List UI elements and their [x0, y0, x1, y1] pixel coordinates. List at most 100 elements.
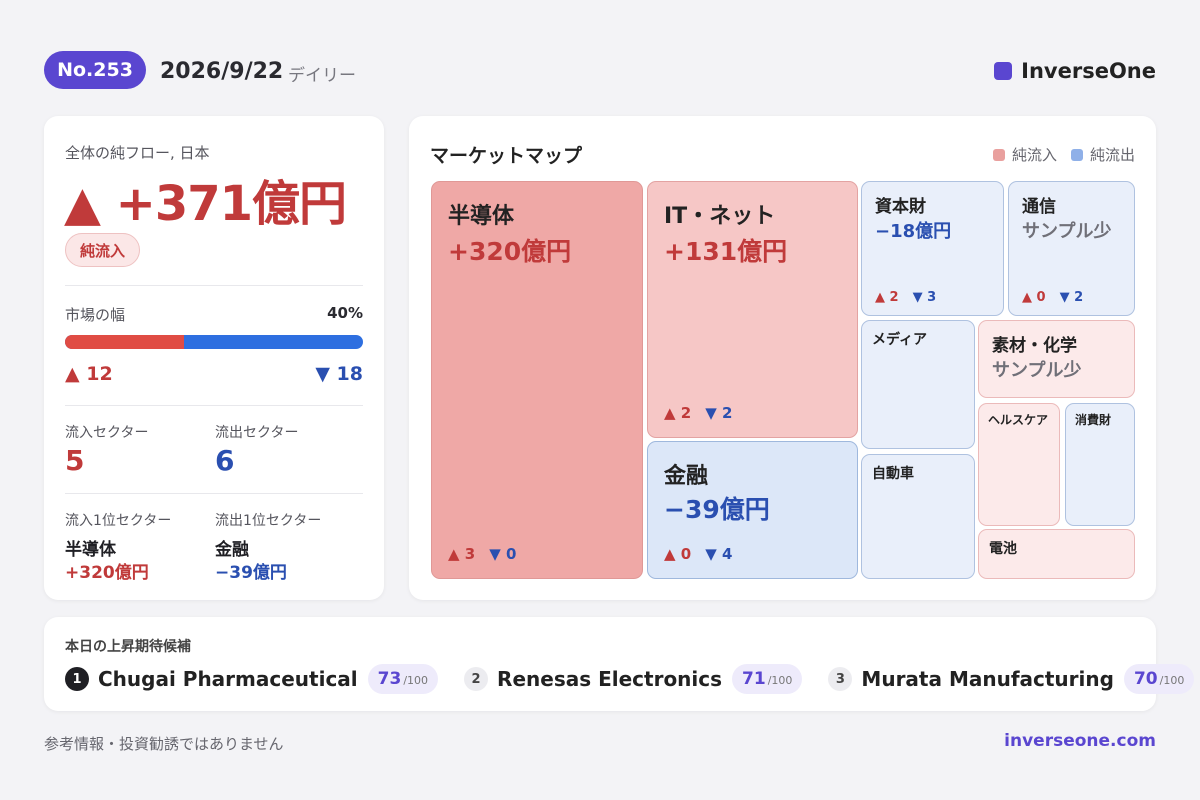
disclaimer: 参考情報・投資勧誘ではありません: [44, 735, 284, 753]
candidate-name: Chugai Pharmaceutical: [98, 667, 358, 691]
tile-semiconductors[interactable]: 半導体 +320億円 ▲ 3 ▼ 0: [431, 181, 643, 579]
score-denominator: /100: [1159, 674, 1185, 687]
tile-media[interactable]: メディア: [861, 320, 975, 449]
breadth-bar-fill: [65, 335, 185, 349]
tile-name: メディア: [872, 332, 928, 348]
tile-materials-chemicals[interactable]: 素材・化学 サンプル少: [978, 320, 1135, 398]
top-outflow-sector: 金融: [215, 540, 249, 560]
issue-badge: No.253: [44, 51, 146, 89]
tile-name: 電池: [989, 541, 1017, 557]
brand: InverseOne: [994, 59, 1156, 83]
divider: [65, 493, 363, 494]
tile-name: 素材・化学: [992, 336, 1077, 356]
candidate-item[interactable]: 1 Chugai Pharmaceutical 73 /100: [65, 664, 439, 694]
net-flow-label: 全体の純フロー, 日本: [65, 144, 210, 162]
outflow-sectors-label: 流出セクター: [215, 425, 299, 441]
tile-consumer-goods[interactable]: 消費財: [1065, 403, 1135, 526]
tile-up-count: ▲ 0: [1022, 290, 1046, 305]
tile-down-count: ▼ 4: [705, 545, 733, 563]
legend-outflow: 純流出: [1070, 144, 1135, 165]
tile-up-count: ▲ 0: [664, 545, 692, 563]
market-map-title: マーケットマップ: [430, 145, 583, 167]
header: No.253 2026/9/22 デイリー InverseOne: [44, 51, 1156, 91]
tile-automotive[interactable]: 自動車: [861, 454, 975, 579]
tile-name: 金融: [664, 464, 709, 489]
market-map-legend: 純流入 純流出: [992, 144, 1135, 165]
outflow-sectors-count: 6: [215, 444, 235, 477]
outflow-swatch-icon: [1070, 148, 1083, 161]
candidates-card: 本日の上昇期待候補 1 Chugai Pharmaceutical 73 /10…: [44, 617, 1195, 711]
candidate-item[interactable]: 3 Murata Manufacturing 70 /100: [828, 664, 1195, 694]
tile-value: サンプル少: [992, 360, 1082, 381]
site-link[interactable]: inverseone.com: [1004, 731, 1156, 751]
decliners-count: ▼ 18: [315, 363, 363, 385]
breadth-percent: 40%: [327, 304, 363, 322]
rank-badge: 2: [464, 667, 489, 691]
tile-up-count: ▲ 2: [664, 404, 692, 422]
top-outflow-label: 流出1位セクター: [215, 513, 322, 529]
candidate-item[interactable]: 2 Renesas Electronics 71 /100: [464, 664, 803, 694]
tile-up-count: ▲ 2: [875, 290, 899, 305]
inflow-sectors-label: 流入セクター: [65, 425, 149, 441]
top-inflow-sector: 半導体: [65, 540, 116, 560]
tile-name: 消費財: [1075, 413, 1112, 427]
tile-value: サンプル少: [1022, 221, 1112, 242]
brand-name: InverseOne: [1021, 59, 1156, 83]
tile-finance[interactable]: 金融 −39億円 ▲ 0 ▼ 4: [647, 441, 858, 579]
tile-name: IT・ネット: [664, 204, 776, 229]
net-inflow-badge: 純流入: [65, 233, 141, 267]
score-value: 70: [1133, 669, 1158, 689]
advancers-count: ▲ 12: [65, 363, 113, 385]
tile-name: 半導体: [448, 204, 515, 229]
tile-counts: ▲ 0 ▼ 4: [664, 545, 746, 563]
top-inflow-value: +320億円: [65, 563, 149, 583]
tile-telecom[interactable]: 通信 サンプル少 ▲ 0 ▼ 2: [1008, 181, 1135, 316]
score-value: 71: [742, 669, 766, 689]
candidate-name: Renesas Electronics: [497, 667, 723, 691]
net-flow-value: ▲ +371億円: [64, 176, 347, 232]
tile-down-count: ▼ 3: [912, 290, 937, 305]
tile-capital-goods[interactable]: 資本財 −18億円 ▲ 2 ▼ 3: [861, 181, 1004, 316]
score-value: 73: [377, 669, 402, 689]
tile-it-net[interactable]: IT・ネット +131億円 ▲ 2 ▼ 2: [647, 181, 858, 438]
tile-down-count: ▼ 2: [1059, 290, 1084, 305]
market-map-card: マーケットマップ 純流入 純流出 半導体 +320億円 ▲ 3 ▼ 0 IT・ネッ…: [409, 116, 1156, 600]
rank-badge: 1: [65, 667, 89, 691]
summary-card: 全体の純フロー, 日本 ▲ +371億円 純流入 市場の幅 40% ▲ 12 ▼…: [44, 116, 384, 600]
tile-name: ヘルスケア: [988, 413, 1049, 427]
divider: [65, 405, 363, 406]
score-badge: 71 /100: [732, 664, 803, 694]
score-badge: 73 /100: [367, 664, 439, 694]
tile-counts: ▲ 0 ▼ 2: [1022, 290, 1097, 305]
inflow-swatch-icon: [992, 148, 1005, 161]
tile-down-count: ▼ 0: [489, 545, 517, 563]
tile-value: +320億円: [448, 237, 572, 266]
breadth-bar: [65, 335, 363, 349]
legend-outflow-label: 純流出: [1089, 146, 1135, 164]
tile-counts: ▲ 3 ▼ 0: [448, 545, 530, 563]
divider: [65, 285, 363, 286]
tile-name: 通信: [1022, 197, 1056, 217]
tile-healthcare[interactable]: ヘルスケア: [978, 403, 1060, 526]
tile-up-count: ▲ 3: [448, 545, 476, 563]
tile-batteries[interactable]: 電池: [978, 529, 1135, 579]
report-period: デイリー: [288, 66, 356, 86]
top-outflow-value: −39億円: [215, 563, 287, 583]
tile-counts: ▲ 2 ▼ 3: [875, 290, 950, 305]
tile-value: −18億円: [875, 221, 952, 242]
candidate-name: Murata Manufacturing: [861, 667, 1114, 691]
report-date: 2026/9/22: [160, 59, 284, 84]
rank-badge: 3: [828, 667, 853, 691]
legend-inflow: 純流入: [992, 144, 1057, 165]
candidates-title: 本日の上昇期待候補: [65, 639, 191, 655]
tile-value: +131億円: [664, 237, 788, 266]
top-inflow-label: 流入1位セクター: [65, 513, 172, 529]
score-denominator: /100: [403, 674, 429, 687]
inflow-sectors-count: 5: [65, 444, 85, 477]
brand-logo-icon: [994, 62, 1013, 80]
legend-inflow-label: 純流入: [1011, 146, 1057, 164]
tile-name: 資本財: [875, 197, 926, 217]
tile-down-count: ▼ 2: [705, 404, 733, 422]
tile-name: 自動車: [872, 466, 914, 482]
candidates-list: 1 Chugai Pharmaceutical 73 /100 2 Renesa…: [65, 664, 1200, 694]
